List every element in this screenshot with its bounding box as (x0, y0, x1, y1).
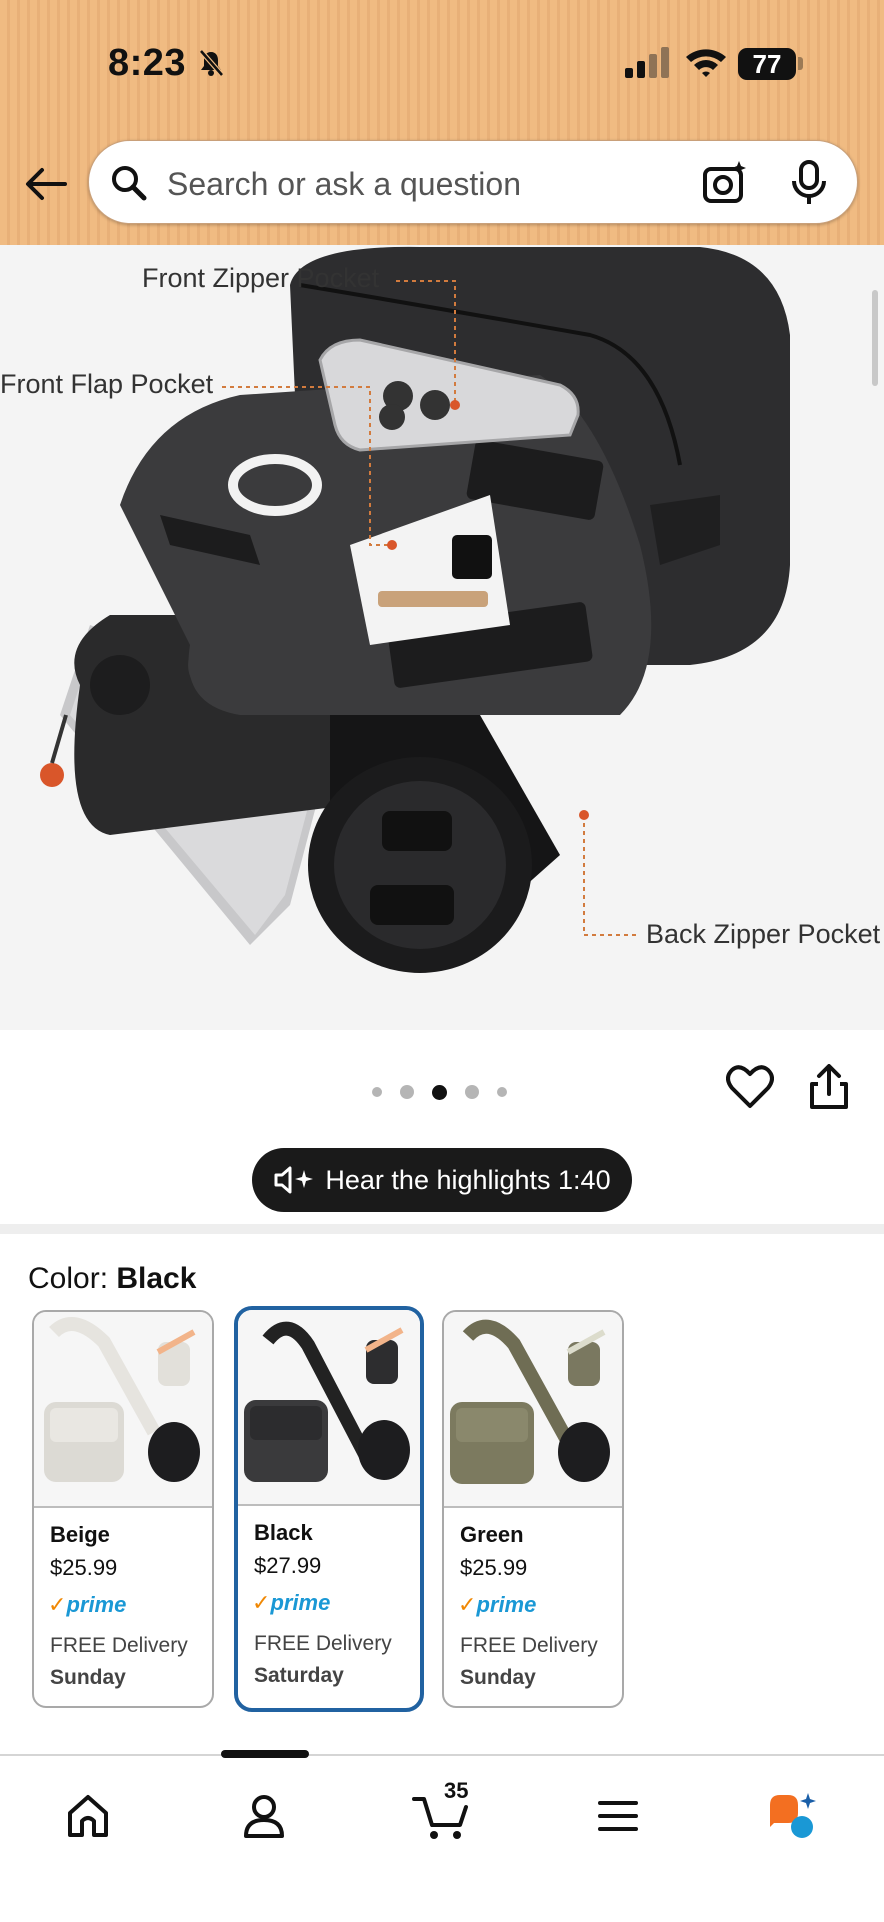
prime-badge: ✓prime (48, 1592, 127, 1617)
color-heading: Color: Black (28, 1262, 196, 1296)
carousel-dots[interactable] (372, 1084, 507, 1100)
speaker-sparkle-icon (273, 1165, 317, 1195)
swatch-name: Beige (50, 1522, 110, 1547)
hear-highlights-label: Hear the highlights 1:40 (325, 1164, 611, 1195)
share-icon (810, 1064, 848, 1109)
prime-badge: ✓prime (252, 1590, 331, 1615)
swatch-delivery-day: Sunday (50, 1666, 126, 1689)
swatch-price: $25.99 (460, 1555, 528, 1580)
search-bar[interactable] (88, 140, 858, 224)
carousel-dot[interactable] (400, 1085, 414, 1099)
share-button[interactable] (808, 1064, 850, 1115)
carousel-dot-active[interactable] (432, 1084, 447, 1100)
hear-highlights-button[interactable]: Hear the highlights 1:40 (252, 1148, 632, 1212)
nav-account[interactable] (214, 1776, 314, 1856)
cellular-signal-icon (625, 47, 669, 78)
swatch-delivery: FREE Delivery (460, 1634, 598, 1657)
callout-back-zipper-pocket: Back Zipper Pocket (646, 919, 881, 949)
menu-icon (598, 1801, 638, 1831)
camera-lens-icon[interactable] (701, 159, 749, 207)
swatch-name: Black (254, 1520, 313, 1545)
color-option-black[interactable]: Black $27.99 ✓prime FREE Delivery Saturd… (234, 1306, 424, 1712)
search-input[interactable] (165, 155, 669, 213)
product-image[interactable]: Front Zipper Pocket Front Flap Pocket Ba… (0, 245, 884, 1030)
battery-nub (798, 57, 803, 70)
bag-thumbnail (450, 1319, 610, 1484)
bag-illustration (40, 246, 790, 973)
carousel-dot[interactable] (497, 1087, 507, 1097)
bag-thumbnail (244, 1321, 410, 1482)
bell-silent-icon (199, 49, 224, 77)
heart-icon (726, 1065, 774, 1108)
color-label: Color: (28, 1262, 117, 1295)
back-button[interactable] (22, 162, 70, 206)
color-selected-value: Black (116, 1262, 197, 1295)
swatch-delivery: FREE Delivery (50, 1634, 188, 1657)
nav-home[interactable] (38, 1776, 138, 1856)
swatch-delivery-day: Sunday (460, 1666, 536, 1689)
microphone-icon[interactable] (789, 159, 829, 207)
swatch-price: $25.99 (50, 1555, 118, 1580)
swatch-thumbnail (238, 1310, 420, 1506)
status-time: 8:23 (108, 42, 187, 84)
bag-thumbnail (44, 1317, 200, 1482)
back-arrow-icon (26, 168, 67, 200)
battery-icon: 77 (738, 48, 796, 80)
callout-front-zipper-pocket: Front Zipper Pocket (142, 263, 380, 293)
wifi-icon (686, 49, 726, 77)
nav-active-indicator (221, 1750, 309, 1758)
swatch-delivery-day: Saturday (254, 1664, 344, 1687)
prime-check-icon: ✓ (48, 1592, 67, 1617)
cart-count: 35 (444, 1778, 469, 1803)
account-icon (244, 1795, 284, 1838)
home-icon (68, 1795, 108, 1837)
color-option-green[interactable]: Green $25.99 ✓prime FREE Delivery Sunday (442, 1310, 624, 1708)
swatch-delivery: FREE Delivery (254, 1632, 392, 1655)
swatch-name: Green (460, 1522, 524, 1547)
nav-rufus[interactable] (742, 1776, 842, 1856)
bottom-nav: 35 (0, 1750, 884, 1922)
nav-cart[interactable]: 35 (392, 1776, 492, 1856)
prime-check-icon: ✓ (252, 1590, 271, 1615)
image-scrollbar[interactable] (872, 290, 878, 386)
nav-menu[interactable] (568, 1776, 668, 1856)
search-icon (112, 166, 147, 201)
carousel-dot[interactable] (372, 1087, 382, 1097)
prime-check-icon: ✓ (458, 1592, 477, 1617)
swatch-thumbnail (444, 1312, 622, 1508)
callout-front-flap-pocket: Front Flap Pocket (0, 369, 214, 399)
swatch-thumbnail (34, 1312, 212, 1508)
color-option-beige[interactable]: Beige $25.99 ✓prime FREE Delivery Sunday (32, 1310, 214, 1708)
prime-badge: ✓prime (458, 1592, 537, 1617)
wishlist-button[interactable] (726, 1064, 774, 1115)
carousel-dot[interactable] (465, 1085, 479, 1099)
swatch-price: $27.99 (254, 1553, 322, 1578)
header: 8:23 77 (0, 0, 884, 245)
section-divider (0, 1224, 884, 1234)
rufus-assistant-icon (770, 1793, 816, 1838)
